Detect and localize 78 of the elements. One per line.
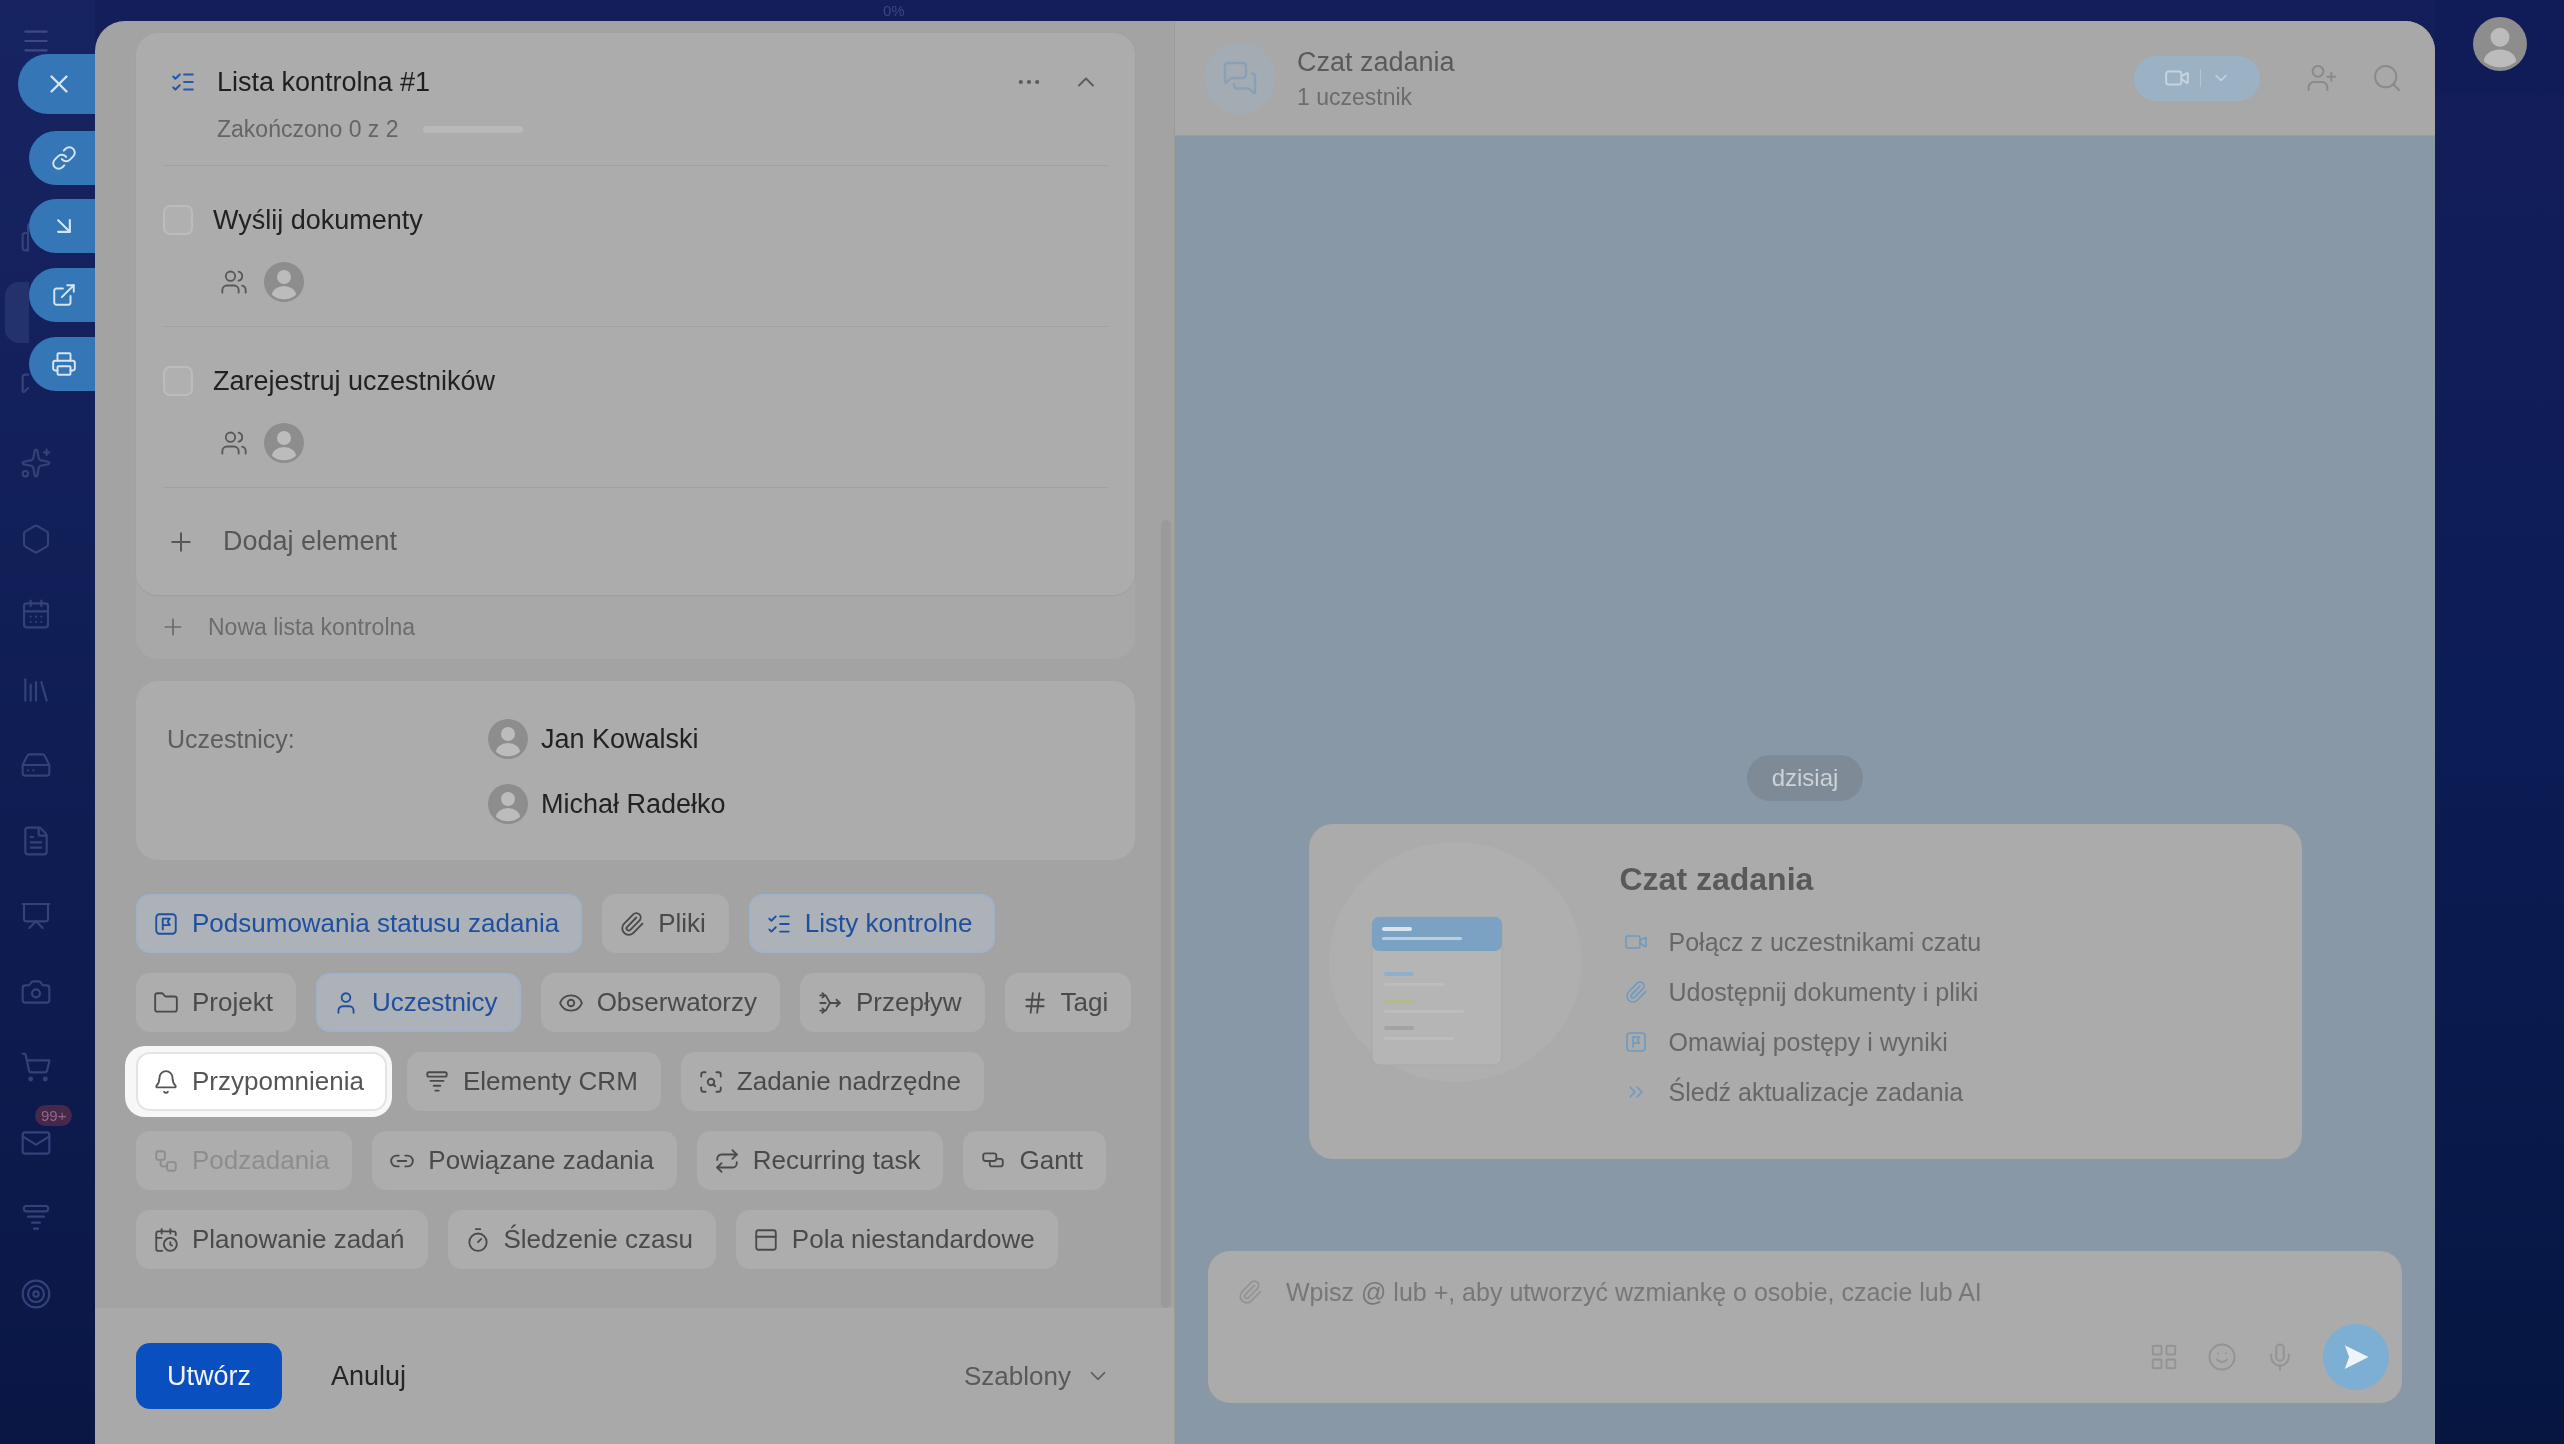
- calendar-clock-icon: [153, 1226, 179, 1253]
- panel-icon: [752, 1226, 779, 1253]
- avatar-icon[interactable]: [2472, 17, 2527, 71]
- cart-icon[interactable]: [20, 1051, 52, 1084]
- flow-lines-icon: [817, 989, 843, 1016]
- feature-button[interactable]: Projekt: [136, 973, 296, 1032]
- people-icon[interactable]: [220, 268, 248, 296]
- search-icon[interactable]: [2371, 62, 2403, 94]
- flag-square-icon: [153, 910, 179, 937]
- calendar-icon[interactable]: [20, 598, 52, 631]
- link-button[interactable]: [29, 131, 95, 185]
- folder-icon: [153, 989, 179, 1016]
- checklist-title: Lista kontrolna #1: [217, 66, 432, 98]
- link-icon: [51, 145, 77, 171]
- funnel-icon: [424, 1068, 450, 1095]
- feature-button[interactable]: Obserwatorzy: [540, 973, 780, 1032]
- item-label: Zarejestruj uczestników: [213, 365, 496, 397]
- intro-point: Śledź aktualizacje zadania: [1668, 1077, 1964, 1107]
- people-icon[interactable]: [220, 429, 248, 457]
- count-badge: 99+: [35, 1105, 73, 1126]
- paperclip-icon: [619, 910, 646, 937]
- feature-button[interactable]: Planowanie zadań: [136, 1210, 428, 1269]
- sparkles-icon[interactable]: [20, 447, 52, 480]
- date-chip: dzisiaj: [1746, 755, 1864, 801]
- feature-button[interactable]: Przepływ: [800, 973, 985, 1032]
- feature-button[interactable]: Przypomnienia: [136, 1052, 387, 1111]
- progress-text: Zakończono 0 z 2: [217, 115, 399, 143]
- feature-button[interactable]: Tagi: [1004, 973, 1132, 1032]
- add-item-button[interactable]: Dodaj element: [166, 526, 398, 557]
- intro-point: Połącz z uczestnikami czatu: [1668, 927, 1982, 957]
- item-label: Wyślij dokumenty: [213, 204, 423, 236]
- participants-label: Uczestnicy:: [167, 724, 296, 755]
- chat-title: Czat zadania: [1297, 45, 1456, 78]
- paperclip-icon: [1623, 980, 1648, 1004]
- participant-name[interactable]: Michał Radełko: [541, 788, 726, 820]
- bell-icon: [153, 1068, 179, 1095]
- templates-button[interactable]: Szablony: [964, 1360, 1111, 1392]
- feature-button[interactable]: Uczestnicy: [315, 973, 521, 1032]
- avatar-icon: [488, 784, 528, 824]
- hexagon-icon[interactable]: [20, 522, 52, 555]
- avatar-icon: [488, 719, 528, 759]
- cancel-button[interactable]: Anuluj: [331, 1360, 407, 1392]
- feature-button[interactable]: Gantt: [963, 1131, 1107, 1190]
- repeat-icon: [713, 1147, 740, 1174]
- feature-button[interactable]: Recurring task: [696, 1131, 944, 1190]
- newspaper-icon[interactable]: [20, 220, 29, 253]
- feature-button[interactable]: Zadanie nadrzędne: [680, 1052, 984, 1111]
- create-button[interactable]: Utwórz: [136, 1343, 282, 1409]
- participant-name[interactable]: Jan Kowalski: [541, 723, 699, 755]
- close-button[interactable]: [18, 54, 95, 114]
- printer-icon: [51, 351, 77, 377]
- search-frame-icon: [697, 1068, 724, 1095]
- new-checklist-button[interactable]: Nowa lista kontrolna: [160, 613, 416, 641]
- external-link-button[interactable]: [29, 268, 95, 322]
- paperclip-icon[interactable]: [1237, 1279, 1263, 1305]
- feature-button[interactable]: Elementy CRM: [407, 1052, 661, 1111]
- chat-subtitle: 1 uczestnik: [1297, 82, 1414, 111]
- linked-squares-icon: [153, 1147, 179, 1174]
- feature-button[interactable]: Pliki: [602, 894, 729, 953]
- feature-button[interactable]: Podsumowania statusu zadania: [136, 894, 583, 953]
- emoji-icon[interactable]: [2207, 1342, 2237, 1372]
- feature-button[interactable]: Listy kontrolne: [748, 894, 996, 953]
- external-link-icon: [51, 282, 77, 308]
- avatar-icon: [264, 423, 304, 463]
- intro-point: Udostępnij dokumenty i pliki: [1668, 977, 1979, 1007]
- feature-button[interactable]: Powiązane zadania: [372, 1131, 677, 1190]
- video-call-button[interactable]: [2134, 55, 2260, 101]
- intro-title: Czat zadania: [1619, 860, 1815, 898]
- avatar-icon: [264, 262, 304, 302]
- intro-point: Omawiaj postępy i wyniki: [1668, 1027, 1948, 1057]
- add-user-icon[interactable]: [2306, 62, 2338, 94]
- print-button[interactable]: [29, 337, 95, 391]
- feature-button[interactable]: Śledzenie czasu: [447, 1210, 716, 1269]
- feature-button[interactable]: Pola niestandardowe: [735, 1210, 1058, 1269]
- grid-icon[interactable]: [2149, 1342, 2179, 1372]
- flag-square-icon: [1623, 1030, 1648, 1054]
- download-button[interactable]: [29, 199, 95, 253]
- target-icon[interactable]: [20, 1277, 52, 1310]
